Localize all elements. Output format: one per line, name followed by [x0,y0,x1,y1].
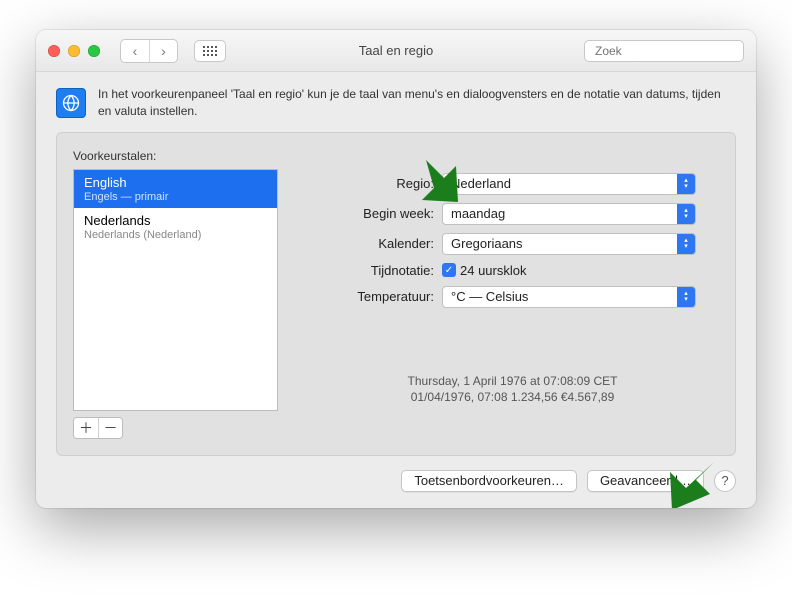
forward-button[interactable]: › [149,40,177,62]
titlebar: ‹ › Taal en regio [36,30,756,72]
add-button[interactable]: ＋ [74,418,98,438]
list-item-sub: Engels — primair [84,191,267,203]
list-item[interactable]: English Engels — primair [74,170,277,208]
list-item[interactable]: Nederlands Nederlands (Nederland) [74,208,277,246]
intro-text: In het voorkeurenpaneel 'Taal en regio' … [98,86,736,120]
zoom-icon[interactable] [88,45,100,57]
week-value: maandag [451,206,505,221]
time-label: Tijdnotatie: [306,263,434,278]
intro: In het voorkeurenpaneel 'Taal en regio' … [56,86,736,120]
prefs-window: ‹ › Taal en regio In het voorkeurenpanee… [36,30,756,508]
settings-pane: Voorkeurstalen: English Engels — primair… [56,132,736,456]
languages-list[interactable]: English Engels — primair Nederlands Nede… [73,169,278,411]
nav-group: ‹ › [120,39,178,63]
list-item-name: Nederlands [84,213,267,228]
week-label: Begin week: [306,206,434,221]
traffic-lights [48,45,100,57]
chevron-updown-icon [677,174,695,194]
content: In het voorkeurenpaneel 'Taal en regio' … [36,72,756,508]
time-checkbox-label: 24 uursklok [460,263,526,278]
bottom-bar: Toetsenbordvoorkeuren… Geavanceerd… ? [56,456,736,492]
help-button[interactable]: ? [714,470,736,492]
calendar-label: Kalender: [306,236,434,251]
week-select[interactable]: maandag [442,203,696,225]
region-select[interactable]: Nederland [442,173,696,195]
languages-label: Voorkeurstalen: [73,149,278,163]
time-checkbox[interactable]: ✓ [442,263,456,277]
region-value: Nederland [451,176,511,191]
add-remove: ＋ － [73,417,123,439]
temp-select[interactable]: °C — Celsius [442,286,696,308]
preview-line2: 01/04/1976, 07:08 1.234,56 €4.567,89 [306,390,719,404]
right-column: Regio: Nederland Begin week: maandag [306,149,719,439]
search-field[interactable] [584,40,744,62]
list-item-sub: Nederlands (Nederland) [84,229,267,241]
form: Regio: Nederland Begin week: maandag [306,173,719,316]
temp-label: Temperatuur: [306,289,434,304]
temp-value: °C — Celsius [451,289,528,304]
grid-icon [203,46,217,56]
region-label: Regio: [306,176,434,191]
remove-button[interactable]: － [98,418,122,438]
chevron-updown-icon [677,287,695,307]
search-input[interactable] [595,44,750,58]
show-all-button[interactable] [194,40,226,62]
list-item-name: English [84,175,267,190]
keyboard-prefs-button[interactable]: Toetsenbordvoorkeuren… [401,470,577,492]
preview-line1: Thursday, 1 April 1976 at 07:08:09 CET [306,374,719,388]
format-preview: Thursday, 1 April 1976 at 07:08:09 CET 0… [306,374,719,406]
chevron-updown-icon [677,204,695,224]
chevron-updown-icon [677,234,695,254]
advanced-button[interactable]: Geavanceerd… [587,470,704,492]
globe-icon [56,88,86,118]
minimize-icon[interactable] [68,45,80,57]
calendar-value: Gregoriaans [451,236,523,251]
calendar-select[interactable]: Gregoriaans [442,233,696,255]
languages-column: Voorkeurstalen: English Engels — primair… [73,149,278,439]
back-button[interactable]: ‹ [121,40,149,62]
close-icon[interactable] [48,45,60,57]
